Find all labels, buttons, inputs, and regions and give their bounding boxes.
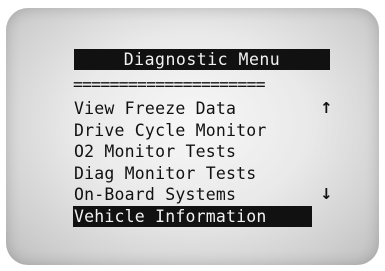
menu-item-diag-monitor-tests[interactable]: Diag Monitor Tests bbox=[73, 163, 338, 185]
menu-item-label: Vehicle Information bbox=[73, 205, 312, 227]
menu-item-drive-cycle-monitor[interactable]: Drive Cycle Monitor bbox=[73, 120, 338, 142]
down-arrow-icon: ↓ bbox=[320, 185, 333, 203]
menu-item-on-board-systems[interactable]: On-Board Systems ↓ bbox=[73, 184, 338, 206]
diagnostic-menu: Diagnostic Menu ===================== Vi… bbox=[73, 49, 338, 244]
menu-item-o2-monitor-tests[interactable]: O2 Monitor Tests bbox=[73, 141, 338, 163]
menu-item-label: Diag Monitor Tests bbox=[74, 163, 257, 183]
menu-item-view-freeze-data[interactable]: View Freeze Data ↑ bbox=[73, 98, 338, 120]
menu-item-label: On-Board Systems bbox=[74, 185, 237, 204]
menu-separator: ===================== bbox=[73, 76, 266, 94]
menu-title: Diagnostic Menu bbox=[74, 49, 330, 70]
menu-item-label: O2 Monitor Tests bbox=[74, 142, 237, 161]
menu-item-label: View Freeze Data bbox=[74, 99, 237, 118]
menu-list: View Freeze Data ↑ Drive Cycle Monitor O… bbox=[73, 98, 338, 227]
lcd-screen: Diagnostic Menu ===================== Vi… bbox=[6, 8, 379, 265]
up-arrow-icon: ↑ bbox=[320, 99, 333, 117]
menu-item-label: Drive Cycle Monitor bbox=[74, 120, 267, 140]
menu-item-vehicle-information[interactable]: Vehicle Information bbox=[73, 205, 338, 227]
